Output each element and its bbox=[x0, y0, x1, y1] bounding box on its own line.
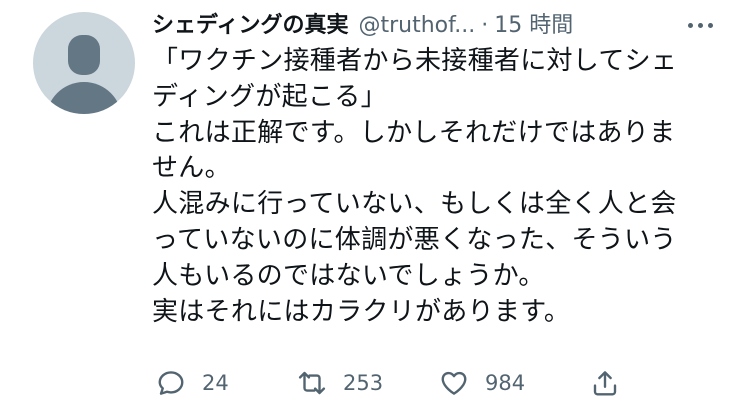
retweet-count: 253 bbox=[343, 371, 384, 395]
tweet[interactable]: シェディングの真実 @truthof... · 15 時間 「ワクチン接種者から… bbox=[0, 0, 746, 403]
tweet-text-line: 実はそれにはカラクリがあります。 bbox=[152, 296, 571, 327]
user-handle[interactable]: @truthof... bbox=[358, 12, 475, 40]
tweet-text-line: せん。 bbox=[152, 153, 231, 184]
more-dot bbox=[697, 22, 703, 28]
like-count: 984 bbox=[485, 371, 526, 395]
tweet-text: 「ワクチン接種者から未接種者に対してシェ ディングが起こる」 これは正解です。し… bbox=[152, 44, 727, 330]
tweet-text-line: 人混みに行っていない、もしくは全く人と会 bbox=[152, 189, 677, 220]
reply-count: 24 bbox=[202, 371, 229, 395]
like-button[interactable]: 984 bbox=[439, 368, 525, 398]
avatar-head bbox=[68, 35, 100, 75]
avatar-body bbox=[46, 82, 122, 114]
header-separator: · bbox=[481, 13, 489, 38]
reply-icon bbox=[158, 371, 184, 395]
tweet-text-line: これは正解です。しかしそれだけではありま bbox=[152, 117, 676, 148]
heart-icon bbox=[441, 371, 467, 395]
more-dot bbox=[687, 22, 693, 28]
tweet-text-line: 「ワクチン接種者から未接種者に対してシェ bbox=[152, 46, 678, 76]
retweet-icon bbox=[298, 371, 326, 395]
retweet-button[interactable]: 253 bbox=[297, 368, 383, 398]
display-name[interactable]: シェディングの真実 bbox=[152, 12, 348, 40]
tweet-header: シェディングの真実 @truthof... · 15 時間 bbox=[152, 10, 722, 42]
tweet-text-line: っていないのに体調が悪くなった、そういう bbox=[152, 224, 677, 255]
share-icon bbox=[593, 371, 617, 396]
share-button[interactable] bbox=[590, 368, 620, 398]
tweet-text-line: 人もいるのではないでしょうか。 bbox=[152, 260, 545, 291]
default-avatar-icon[interactable] bbox=[33, 12, 135, 114]
more-options-icon[interactable] bbox=[680, 12, 720, 38]
tweet-text-line: ディングが起こる」 bbox=[152, 81, 387, 112]
reply-button[interactable]: 24 bbox=[156, 368, 229, 398]
tweet-actions: 24 253 984 bbox=[152, 368, 740, 398]
more-dot bbox=[707, 22, 713, 28]
tweet-timestamp[interactable]: 15 時間 bbox=[494, 12, 573, 40]
